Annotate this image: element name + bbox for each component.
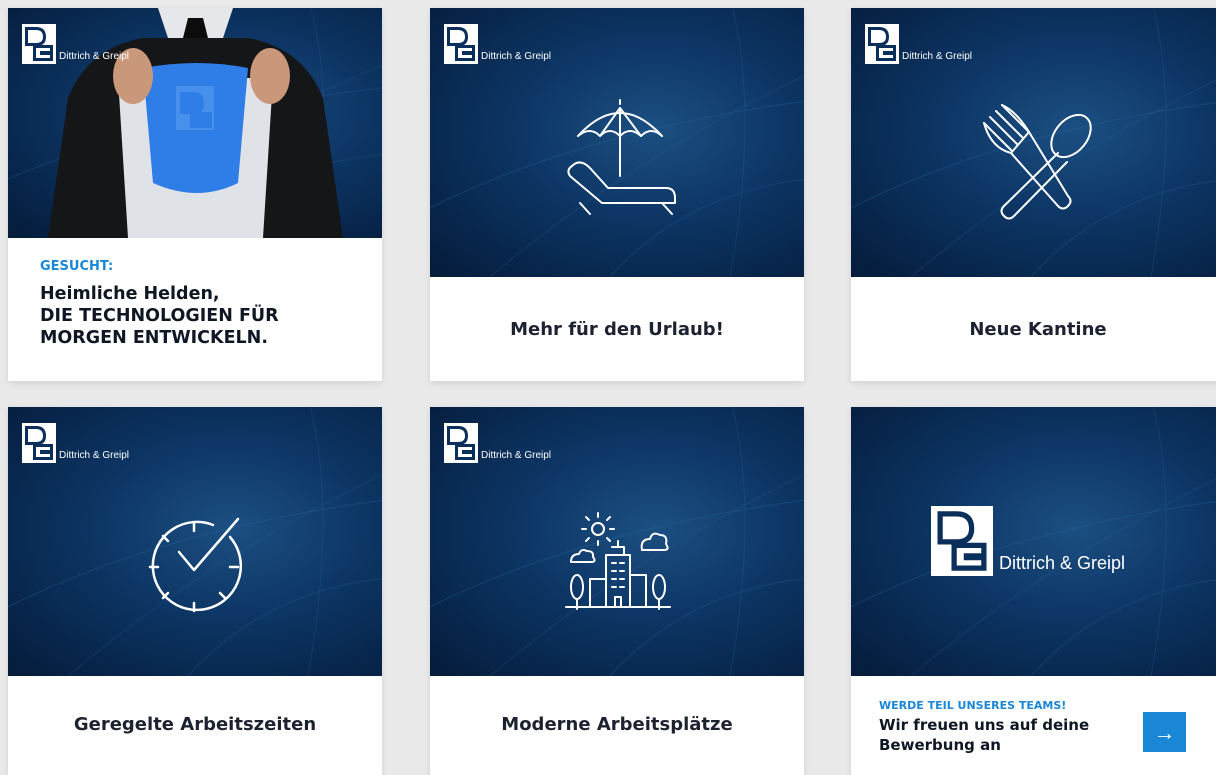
- headline: Heimliche Helden, DIE TECHNOLOGIEN FÜR M…: [40, 283, 279, 349]
- card-text: Geregelte Arbeitszeiten: [8, 676, 382, 775]
- benefit-card-vacation[interactable]: Dittrich & Greipl Mehr für den Urlaub!: [430, 8, 804, 381]
- brand-name: Dittrich & Greipl: [999, 553, 1126, 573]
- headline-line: Heimliche Helden,: [40, 284, 220, 304]
- apply-card[interactable]: Dittrich & Greipl WERDE TEIL UNSERES TEA…: [851, 407, 1216, 775]
- company-logo: Dittrich & Greipl: [444, 423, 551, 463]
- company-logo: Dittrich & Greipl: [865, 24, 972, 64]
- card-image: Dittrich & Greipl: [430, 8, 804, 277]
- card-image: Dittrich & Greipl: [851, 8, 1216, 277]
- card-text: GESUCHT: Heimliche Helden, DIE TECHNOLOG…: [8, 238, 382, 381]
- brand-name: Dittrich & Greipl: [481, 450, 552, 461]
- card-text: Neue Kantine: [851, 277, 1216, 381]
- apply-arrow-button[interactable]: →: [1143, 712, 1186, 752]
- brand-name: Dittrich & Greipl: [59, 51, 130, 62]
- arrow-right-icon: →: [1153, 720, 1176, 745]
- hero-image: Dittrich & Greipl: [8, 8, 382, 238]
- card-title: Moderne Arbeitsplätze: [501, 714, 733, 735]
- card-image: Dittrich & Greipl: [8, 407, 382, 676]
- card-text: WERDE TEIL UNSERES TEAMS! Wir freuen uns…: [851, 676, 1216, 775]
- message-line: Wir freuen uns auf deine: [879, 716, 1090, 734]
- card-text: Mehr für den Urlaub!: [430, 277, 804, 381]
- headline-line: MORGEN ENTWICKELN.: [40, 328, 268, 348]
- brand-name: Dittrich & Greipl: [481, 51, 552, 62]
- brand-name: Dittrich & Greipl: [59, 450, 130, 461]
- card-image: Dittrich & Greipl: [851, 407, 1216, 676]
- company-logo-large: Dittrich & Greipl: [931, 506, 1125, 576]
- benefit-card-working-hours[interactable]: Dittrich & Greipl Geregelte Arbeitszeite…: [8, 407, 382, 775]
- company-logo: Dittrich & Greipl: [22, 24, 129, 64]
- company-logo: Dittrich & Greipl: [22, 423, 129, 463]
- benefit-card-workplaces[interactable]: Dittrich & Greipl Moderne Arbeitsplätze: [430, 407, 804, 775]
- card-text: Moderne Arbeitsplätze: [430, 676, 804, 775]
- brand-name: Dittrich & Greipl: [902, 51, 973, 62]
- headline-line: DIE TECHNOLOGIEN FÜR: [40, 306, 279, 326]
- kicker: WERDE TEIL UNSERES TEAMS!: [879, 699, 1067, 712]
- kicker: GESUCHT:: [40, 259, 114, 274]
- card-image: Dittrich & Greipl: [430, 407, 804, 676]
- card-title: Geregelte Arbeitszeiten: [73, 714, 317, 735]
- card-title: Mehr für den Urlaub!: [510, 319, 724, 340]
- company-logo: Dittrich & Greipl: [444, 24, 551, 64]
- benefit-card-canteen[interactable]: Dittrich & Greipl Neue Kantine: [851, 8, 1216, 381]
- job-card-hero[interactable]: Dittrich & Greipl GESUCHT: Heimliche Hel…: [8, 8, 382, 381]
- message-line: Bewerbung an: [879, 736, 1001, 754]
- apply-message: Wir freuen uns auf deine Bewerbung an: [879, 715, 1099, 755]
- card-title: Neue Kantine: [969, 319, 1107, 340]
